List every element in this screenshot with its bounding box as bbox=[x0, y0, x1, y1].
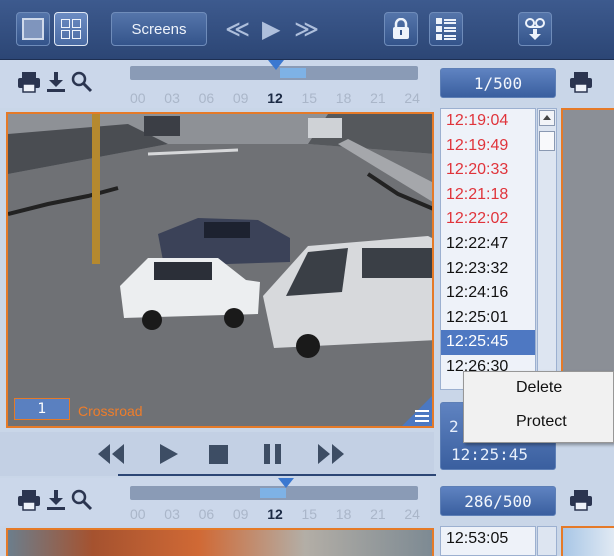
timeline-tick: 15 bbox=[301, 506, 318, 522]
time-list-item[interactable]: 12:22:02 bbox=[441, 207, 535, 232]
event-time-list[interactable]: 12:19:04 12:19:49 12:20:33 12:21:18 12:22:02… bbox=[440, 108, 536, 390]
rewind-icon[interactable]: ≪ bbox=[225, 16, 250, 42]
camera-view-4[interactable] bbox=[561, 526, 614, 556]
timeline-position-marker[interactable] bbox=[268, 60, 284, 70]
event-list-button[interactable] bbox=[429, 12, 463, 46]
print-icon[interactable] bbox=[568, 70, 594, 94]
search-icon[interactable] bbox=[70, 70, 94, 94]
timeline-tools-bottom bbox=[16, 488, 94, 512]
rewind-icon[interactable] bbox=[96, 442, 126, 466]
context-menu: Delete Protect bbox=[463, 371, 614, 443]
grid-layout-button[interactable] bbox=[54, 12, 88, 46]
timeline-tick: 03 bbox=[164, 90, 180, 106]
timeline-tick: 12 bbox=[267, 506, 283, 522]
timeline-tick: 24 bbox=[404, 90, 420, 106]
timeline-tick: 06 bbox=[198, 506, 215, 522]
context-menu-delete[interactable]: Delete bbox=[516, 379, 562, 397]
context-menu-protect[interactable]: Protect bbox=[516, 413, 567, 431]
timeline-track-bottom[interactable] bbox=[130, 486, 418, 500]
timeline-tick: 06 bbox=[198, 90, 215, 106]
timeline-position-marker-bottom[interactable] bbox=[278, 478, 294, 488]
timeline-tick: 09 bbox=[232, 90, 249, 106]
pause-icon[interactable] bbox=[262, 442, 284, 466]
timeline-tools bbox=[16, 70, 94, 94]
main-toolbar: Screens ≪ ▶ ≫ bbox=[0, 0, 614, 60]
time-list-item[interactable]: 12:19:49 bbox=[441, 134, 535, 159]
camera-view-3[interactable] bbox=[6, 528, 434, 556]
timeline-ticks: 00 03 06 09 12 15 18 21 24 bbox=[130, 90, 420, 106]
camera-name: Crossroad bbox=[78, 403, 143, 419]
print-icon[interactable] bbox=[16, 488, 42, 512]
timeline-tick: 21 bbox=[370, 506, 386, 522]
scroll-thumb[interactable] bbox=[539, 131, 555, 151]
bottom-list-scrollbar[interactable] bbox=[537, 526, 557, 556]
time-list-item[interactable]: 12:20:33 bbox=[441, 158, 535, 183]
print-icon[interactable] bbox=[568, 488, 594, 512]
time-list-item[interactable]: 12:23:32 bbox=[441, 257, 535, 282]
single-layout-icon bbox=[22, 18, 44, 40]
screens-button[interactable]: Screens bbox=[111, 12, 207, 46]
timeline-top: 00 03 06 09 12 15 18 21 24 bbox=[0, 60, 430, 108]
download-icon[interactable] bbox=[44, 70, 68, 94]
timeline-tick: 24 bbox=[404, 506, 420, 522]
timeline-tick: 18 bbox=[335, 90, 352, 106]
grid-layout-icon bbox=[61, 19, 81, 39]
tape-download-icon bbox=[525, 18, 545, 40]
print-icon[interactable] bbox=[16, 70, 42, 94]
list-icon bbox=[436, 18, 456, 40]
time-list-item[interactable]: 12:19:04 bbox=[441, 109, 535, 134]
timeline-tick: 00 bbox=[130, 90, 146, 106]
timeline-tick: 18 bbox=[335, 506, 352, 522]
stop-icon[interactable] bbox=[208, 442, 230, 466]
camera-view[interactable]: 1 Crossroad bbox=[6, 112, 434, 428]
scroll-up-icon[interactable] bbox=[539, 110, 555, 126]
bottom-list-item[interactable]: 12:53:05 bbox=[440, 526, 536, 556]
fast-forward-icon[interactable] bbox=[316, 442, 346, 466]
timeline-selection-bottom bbox=[260, 488, 286, 498]
fast-forward-icon[interactable]: ≫ bbox=[294, 16, 319, 42]
play-icon[interactable] bbox=[158, 442, 180, 466]
camera-number: 1 bbox=[14, 398, 70, 420]
record-counter-top: 1/500 bbox=[440, 68, 556, 98]
time-list-item[interactable]: 12:24:16 bbox=[441, 281, 535, 306]
play-icon[interactable]: ▶ bbox=[262, 16, 280, 42]
lock-button[interactable] bbox=[384, 12, 418, 46]
timeline-tick: 09 bbox=[232, 506, 249, 522]
menu-icon[interactable] bbox=[415, 410, 429, 422]
timeline-ticks-bottom: 00 03 06 09 12 15 18 21 24 bbox=[130, 506, 420, 522]
timeline-tick: 21 bbox=[370, 90, 386, 106]
timeline-bottom: 00 03 06 09 12 15 18 21 24 bbox=[0, 478, 430, 526]
time-box-index: 2 bbox=[449, 417, 459, 436]
timeline-tick: 12 bbox=[267, 90, 283, 106]
time-list-item[interactable]: 12:25:45 bbox=[441, 330, 535, 355]
record-counter-bottom: 286/500 bbox=[440, 486, 556, 516]
time-list-item[interactable]: 12:25:01 bbox=[441, 306, 535, 331]
download-icon[interactable] bbox=[44, 488, 68, 512]
camera-video-frame bbox=[8, 114, 432, 426]
playback-divider bbox=[118, 474, 436, 476]
time-list-item[interactable]: 12:21:18 bbox=[441, 183, 535, 208]
timeline-tick: 03 bbox=[164, 506, 180, 522]
single-layout-button[interactable] bbox=[16, 12, 50, 46]
lock-icon bbox=[393, 18, 409, 39]
playback-bar bbox=[0, 432, 434, 476]
archive-export-button[interactable] bbox=[518, 12, 552, 46]
time-box-time: 12:25:45 bbox=[451, 445, 529, 464]
timeline-tick: 00 bbox=[130, 506, 146, 522]
search-icon[interactable] bbox=[70, 488, 94, 512]
timeline-tick: 15 bbox=[301, 90, 318, 106]
time-list-item[interactable]: 12:22:47 bbox=[441, 232, 535, 257]
